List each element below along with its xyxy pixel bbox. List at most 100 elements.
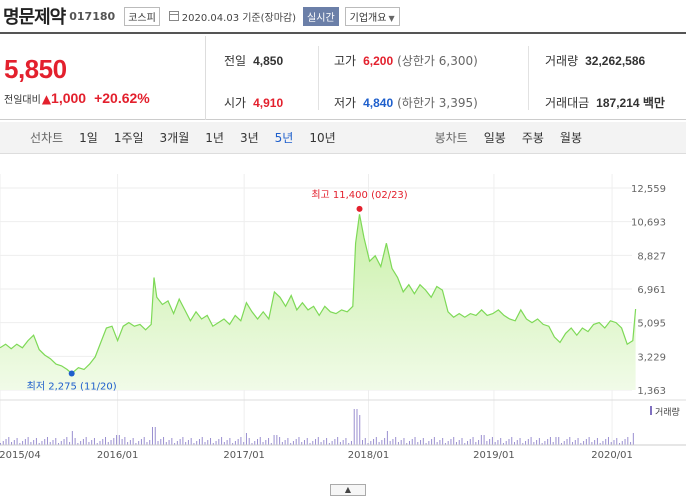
open-price: 시가 4,910 (224, 94, 283, 111)
volume-bar (439, 440, 441, 445)
chart-scroll-button[interactable]: ▲ (330, 484, 366, 496)
volume-bar (210, 438, 212, 445)
volume-bar (538, 438, 540, 445)
period-10y[interactable]: 10년 (301, 129, 343, 146)
volume-bar (403, 438, 405, 445)
candle-monthly[interactable]: 월봉 (552, 129, 590, 146)
volume-bar (525, 441, 527, 445)
stock-name: 명문제약 (3, 7, 66, 28)
volume-bar (337, 437, 339, 445)
volume-legend-swatch (650, 406, 652, 415)
price-chart[interactable]: 12,559 10,693 8,827 6,961 5,095 3,229 1,363 201… (0, 154, 686, 498)
stock-page: 명문제약 017180 코스피 2020.04.03 기준(장마감) 실시간 기… (0, 0, 686, 498)
volume-bar (85, 437, 87, 445)
volume-bar (27, 437, 29, 445)
company-info-button[interactable]: 기업개요 ▼ (344, 6, 400, 26)
stock-code: 017180 (69, 9, 116, 23)
period-1y[interactable]: 1년 (197, 129, 232, 146)
divider (318, 46, 319, 110)
x-tick-label: 2020/01 (591, 450, 633, 461)
volume-bar (516, 440, 518, 445)
candle-daily[interactable]: 일봉 (476, 129, 514, 146)
period-1w[interactable]: 1주일 (106, 129, 152, 146)
volume-bar (364, 438, 366, 445)
volume-bar (259, 437, 261, 445)
upper-limit: (상한가 6,300) (397, 54, 478, 68)
volume-bar (422, 438, 424, 445)
volume-bar (82, 439, 84, 445)
volume-bar (458, 440, 460, 445)
x-tick-label: 2018/01 (348, 450, 390, 461)
y-tick-label: 8,827 (637, 251, 666, 262)
period-3y[interactable]: 3년 (232, 129, 267, 146)
volume-bar (577, 438, 579, 445)
volume-bar (80, 441, 82, 445)
volume: 거래량 32,262,586 (545, 52, 645, 69)
current-price: 5,850 (4, 54, 67, 84)
high-price: 고가 6,200 (상한가 6,300) (334, 52, 478, 69)
volume-bar (370, 441, 372, 445)
price-panel: 5,850 전일대비 ▲ 1,000 +20.62% 전일 4,850 시가 4,9… (0, 36, 686, 120)
volume-bar (198, 439, 200, 445)
period-5y[interactable]: 5년 (267, 129, 302, 146)
volume-bar (41, 441, 43, 445)
volume-bar (151, 427, 153, 445)
y-tick-label: 12,559 (631, 184, 666, 195)
volume-bar (315, 439, 317, 445)
volume-bar (395, 437, 397, 445)
volume-bar (356, 409, 358, 445)
volume-bar (218, 439, 220, 445)
volume-bar (74, 438, 76, 445)
volume-bar (33, 440, 35, 445)
volume-legend-label: 거래량 (655, 406, 680, 418)
volume-bar (207, 440, 209, 445)
volume-bar (420, 440, 422, 445)
volume-bar (157, 441, 159, 445)
volume-bar (105, 437, 107, 445)
volume-bar (118, 435, 120, 445)
amount-value: 187,214 백만 (596, 96, 665, 110)
volume-bar (168, 440, 170, 445)
volume-bar (265, 440, 267, 445)
volume-bar (384, 438, 386, 445)
volume-bar (91, 440, 93, 445)
candle-group: 봉차트 일봉 주봉 월봉 (435, 129, 590, 146)
volume-bar (549, 437, 551, 445)
volume-bar (489, 439, 491, 445)
volume-bar (326, 438, 328, 445)
volume-bar (632, 433, 634, 445)
volume-bar (102, 439, 104, 445)
volume-bar (279, 437, 281, 445)
volume-bar (519, 438, 521, 445)
volume-bar (149, 440, 151, 445)
period-1d[interactable]: 1일 (71, 129, 106, 146)
volume-bar (583, 441, 585, 445)
volume-bar (508, 439, 510, 445)
lower-limit: (하한가 3,395) (397, 96, 478, 110)
volume-bar (342, 440, 344, 445)
volume-bar (547, 439, 549, 445)
change-percent: +20.62% (94, 90, 150, 106)
volume-bar (558, 437, 560, 445)
volume-bar (201, 437, 203, 445)
y-tick-label: 6,961 (637, 285, 666, 296)
volume-bar (350, 441, 352, 445)
volume-bar (160, 439, 162, 445)
volume-bar (248, 438, 250, 445)
candle-weekly[interactable]: 주봉 (514, 129, 552, 146)
volume-bar (621, 441, 623, 445)
volume-bar (8, 437, 10, 445)
y-tick-label: 3,229 (637, 352, 666, 363)
max-marker (356, 205, 363, 212)
volume-bar (624, 439, 626, 445)
volume-bar (2, 441, 4, 445)
volume-bar (35, 438, 37, 445)
volume-bar (187, 440, 189, 445)
volume-bar (63, 439, 65, 445)
realtime-button[interactable]: 실시간 (303, 6, 339, 26)
period-3m[interactable]: 3개월 (152, 129, 198, 146)
volume-bar (93, 438, 95, 445)
change-value: 1,000 (51, 90, 87, 106)
volume-bar (323, 440, 325, 445)
volume-bar (469, 439, 471, 445)
